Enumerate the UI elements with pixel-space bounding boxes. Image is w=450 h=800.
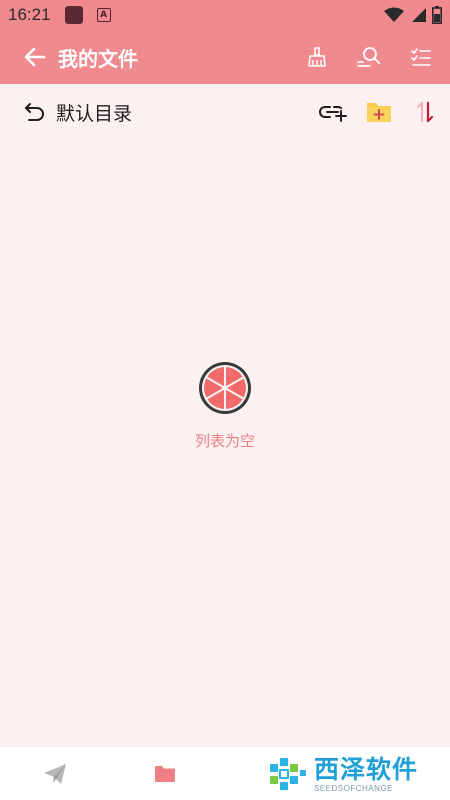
- undo-icon: [25, 103, 44, 121]
- user-search-icon: [357, 47, 380, 67]
- folder-icon: [155, 765, 175, 782]
- a-icon: A: [96, 8, 111, 22]
- nav-item-files[interactable]: [110, 747, 220, 800]
- empty-state: 列表为空: [0, 360, 450, 451]
- send-icon: [44, 763, 66, 784]
- arrow-left-icon: [24, 47, 46, 67]
- back-button[interactable]: [20, 42, 50, 72]
- select-button[interactable]: [406, 42, 436, 72]
- path-bar: 默认目录: [0, 84, 450, 140]
- page-title: 我的文件: [58, 46, 138, 71]
- add-folder-button[interactable]: [364, 97, 394, 127]
- status-time: 16:21: [8, 5, 51, 24]
- signal-icon: [412, 8, 426, 22]
- search-user-button[interactable]: [354, 42, 384, 72]
- path-up-button[interactable]: [22, 99, 48, 125]
- sort-button[interactable]: [410, 97, 440, 127]
- app-bar: 我的文件: [0, 30, 450, 84]
- app-icon: [64, 6, 83, 24]
- status-right-icons: [384, 6, 442, 24]
- broom-icon: [308, 47, 326, 67]
- watermark-text-wrap: 西泽软件 SEEDSOFCHANGE: [314, 754, 419, 793]
- wifi-icon: [384, 7, 404, 22]
- path-actions: [318, 97, 450, 127]
- add-link-button[interactable]: [318, 97, 348, 127]
- battery-icon: [432, 6, 442, 24]
- nav-item-send[interactable]: [0, 747, 110, 800]
- folder-add-icon: [367, 103, 391, 122]
- app-bar-actions: [302, 42, 450, 72]
- watermark-subtext: SEEDSOFCHANGE: [314, 783, 393, 793]
- grapefruit-icon: [199, 362, 251, 414]
- clean-button[interactable]: [302, 42, 332, 72]
- status-bar: 16:21 A: [0, 0, 450, 30]
- watermark: 西泽软件 SEEDSOFCHANGE: [268, 752, 444, 796]
- empty-state-text: 列表为空: [194, 432, 255, 450]
- checklist-icon: [411, 48, 431, 66]
- sort-icon: [417, 101, 434, 123]
- link-add-icon: [319, 106, 347, 122]
- watermark-text: 西泽软件: [314, 754, 419, 784]
- current-directory-label: 默认目录: [56, 102, 133, 125]
- watermark-logo-icon: [270, 758, 306, 790]
